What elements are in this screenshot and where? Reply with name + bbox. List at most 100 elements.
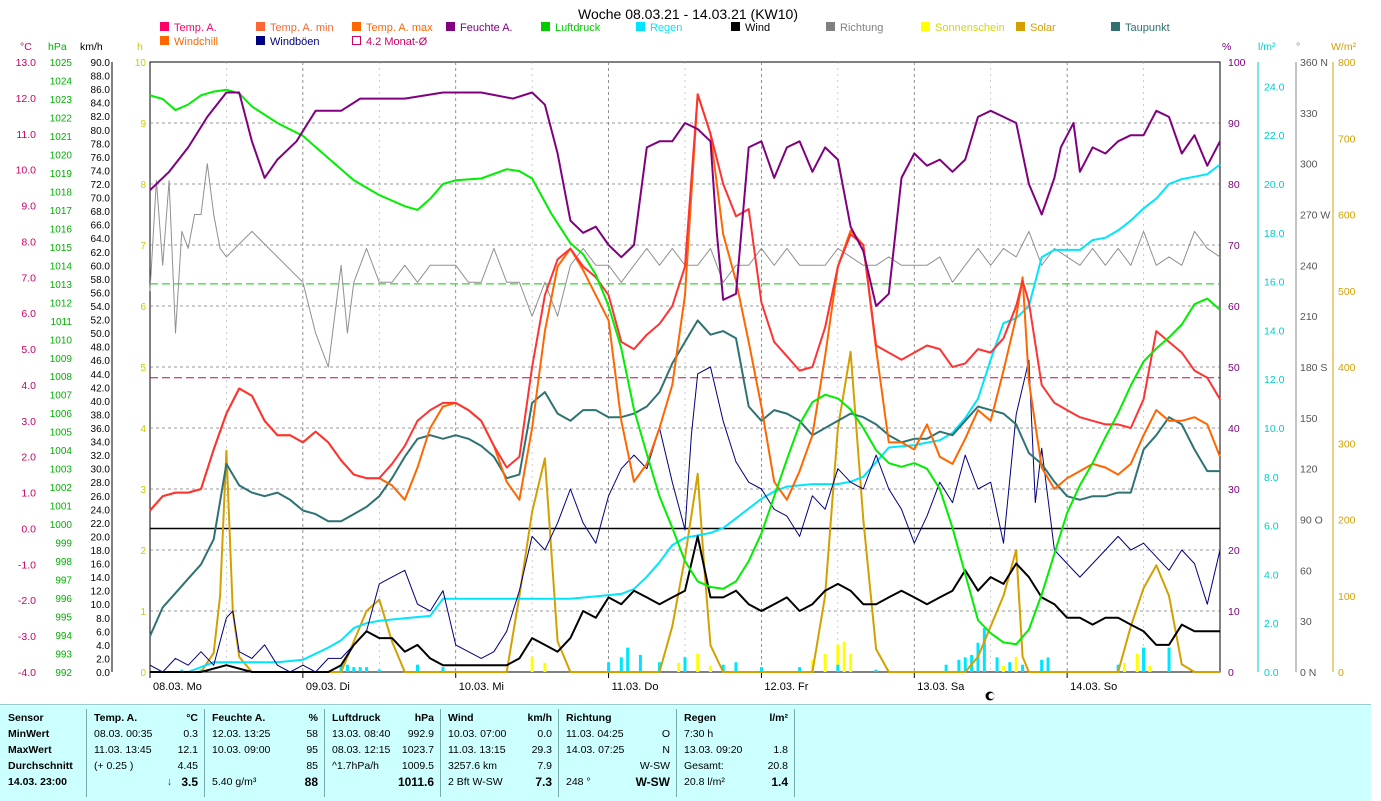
stats-header-unit: hPa bbox=[414, 712, 434, 724]
y-tick-kmh: 70.0 bbox=[91, 194, 111, 205]
stats-cell-label: 20.8 l/m² bbox=[684, 776, 725, 788]
y-tick-solar: 800 bbox=[1338, 57, 1356, 69]
y-tick-temp: -1.0 bbox=[18, 559, 36, 571]
axis-unit-humidity: % bbox=[1222, 41, 1231, 53]
stats-cell-value: 1009.5 bbox=[401, 760, 434, 772]
y-tick-humidity: 100 bbox=[1228, 57, 1246, 69]
y-tick-rain: 14.0 bbox=[1264, 325, 1285, 337]
legend-item: Temp. A. max bbox=[352, 22, 433, 34]
y-tick-temp: 11.0 bbox=[16, 129, 36, 141]
stats-column: Luftdruck hPa 13.03. 08:40 992.9 08.03. 12:1… bbox=[326, 709, 441, 797]
legend-label: Windchill bbox=[174, 36, 218, 48]
y-tick-direction: 0 N bbox=[1300, 667, 1316, 679]
y-tick-hpa: 1002 bbox=[50, 483, 73, 494]
legend-item: Richtung bbox=[826, 22, 883, 34]
stats-cell-value: 7.3 bbox=[535, 775, 552, 789]
x-tick-label: 11.03. Do bbox=[612, 681, 659, 693]
y-tick-kmh: 52.0 bbox=[91, 316, 111, 327]
y-tick-rain: 22.0 bbox=[1264, 130, 1285, 142]
stats-panel: Sensor MinWert MaxWert Durchschnitt 14.03. 2… bbox=[0, 704, 1371, 801]
y-tick-solar: 0 bbox=[1338, 667, 1344, 679]
y-tick-temp: 0.0 bbox=[21, 523, 36, 535]
y-tick-hpa: 996 bbox=[55, 594, 72, 605]
legend-swatch bbox=[256, 36, 265, 45]
bar bbox=[352, 667, 356, 672]
legend-swatch bbox=[352, 22, 361, 31]
stats-row: 3.5 ↓ bbox=[94, 775, 198, 789]
legend-swatch bbox=[731, 22, 740, 31]
y-tick-humidity: 90 bbox=[1228, 118, 1240, 130]
y-tick-rain: 6.0 bbox=[1264, 521, 1279, 533]
bar bbox=[1167, 647, 1171, 672]
x-tick-label: 10.03. Mi bbox=[459, 681, 504, 693]
y-tick-hours: 5 bbox=[140, 363, 146, 374]
y-tick-hpa: 998 bbox=[55, 557, 72, 568]
legend-item: Regen bbox=[636, 22, 682, 34]
y-tick-kmh: 26.0 bbox=[91, 492, 111, 503]
stats-column: Wind km/h 10.03. 07:00 0.0 11.03. 13:15 29.3 3… bbox=[442, 709, 559, 797]
stats-cell-label: 08.03. 12:15 bbox=[332, 744, 391, 756]
y-tick-hpa: 1012 bbox=[50, 298, 73, 309]
weather-chart: Woche 08.03.21 - 14.03.21 (KW10) 08.03. M… bbox=[16, 6, 1357, 701]
stats-cell-value: 95 bbox=[306, 744, 318, 756]
y-tick-kmh: 8.0 bbox=[96, 614, 110, 625]
y-tick-direction: 90 O bbox=[1300, 515, 1323, 527]
y-tick-humidity: 10 bbox=[1228, 606, 1240, 618]
y-tick-temp: 4.0 bbox=[21, 380, 36, 392]
y-tick-hpa: 1011 bbox=[50, 317, 72, 328]
y-tick-direction: 150 bbox=[1300, 413, 1318, 425]
y-tick-kmh: 74.0 bbox=[91, 166, 111, 177]
legend-item: Luftdruck bbox=[541, 22, 601, 34]
y-tick-hpa: 1001 bbox=[50, 502, 73, 513]
y-tick-hpa: 1013 bbox=[50, 280, 73, 291]
x-tick-label: 09.03. Di bbox=[306, 681, 350, 693]
stats-row: 11.03. 13:15 29.3 bbox=[448, 743, 552, 757]
stats-column: Sensor MinWert MaxWert Durchschnitt 14.03. 2… bbox=[2, 709, 87, 797]
bar bbox=[543, 662, 547, 672]
y-tick-hours: 8 bbox=[140, 180, 146, 191]
stats-cell-label: Durchschnitt bbox=[8, 760, 73, 772]
stats-cell-label: 12.03. 13:25 bbox=[212, 728, 271, 740]
stats-cell-value: 29.3 bbox=[531, 744, 552, 756]
y-tick-hours: 2 bbox=[140, 546, 146, 557]
stats-header: Richtung bbox=[566, 711, 670, 725]
bar bbox=[607, 662, 611, 672]
bar bbox=[1135, 653, 1139, 672]
stats-cell-label: 14.03. 23:00 bbox=[8, 776, 67, 788]
legend-label: Windböen bbox=[270, 36, 320, 48]
legend-label: Taupunkt bbox=[1125, 22, 1170, 34]
stats-header-label: Feuchte A. bbox=[212, 712, 266, 724]
y-tick-kmh: 68.0 bbox=[91, 207, 111, 218]
y-tick-kmh: 20.0 bbox=[91, 532, 111, 543]
y-tick-hpa: 1021 bbox=[50, 132, 73, 143]
legend-item: Solar bbox=[1016, 22, 1056, 34]
y-tick-kmh: 86.0 bbox=[91, 85, 111, 96]
stats-cell-value: 1.4 bbox=[771, 775, 788, 789]
y-tick-kmh: 56.0 bbox=[91, 288, 111, 299]
bar bbox=[377, 669, 381, 672]
stats-cell-value: 7.9 bbox=[537, 760, 552, 772]
axis-unit-hpa: hPa bbox=[48, 41, 67, 53]
y-tick-temp: 2.0 bbox=[21, 452, 36, 464]
stats-row: 10.03. 09:00 95 bbox=[212, 743, 318, 757]
x-tick-label: 14.03. So bbox=[1070, 681, 1117, 693]
stats-cell-label: 11.03. 13:15 bbox=[448, 744, 506, 756]
stats-row: 20.8 l/m² 1.4 bbox=[684, 775, 788, 789]
y-tick-hpa: 1000 bbox=[50, 520, 73, 531]
y-tick-kmh: 30.0 bbox=[91, 465, 111, 476]
stats-row: MaxWert bbox=[8, 743, 80, 757]
y-tick-kmh: 84.0 bbox=[91, 99, 111, 110]
legend-item: Taupunkt bbox=[1111, 22, 1170, 34]
stats-header: Temp. A. °C bbox=[94, 711, 198, 725]
y-tick-rain: 16.0 bbox=[1264, 277, 1285, 289]
x-tick-label: 13.03. Sa bbox=[917, 681, 965, 693]
legend-label: Sonnenschein bbox=[935, 22, 1005, 34]
legend-swatch bbox=[541, 22, 550, 31]
y-tick-hpa: 999 bbox=[55, 539, 72, 550]
y-tick-hpa: 997 bbox=[55, 576, 72, 587]
stats-cell-label: 7:30 h bbox=[684, 728, 714, 740]
bar bbox=[365, 667, 369, 672]
y-tick-rain: 8.0 bbox=[1264, 472, 1279, 484]
stats-cell-label: 13.03. 08:40 bbox=[332, 728, 391, 740]
moon-highlight bbox=[988, 693, 995, 699]
